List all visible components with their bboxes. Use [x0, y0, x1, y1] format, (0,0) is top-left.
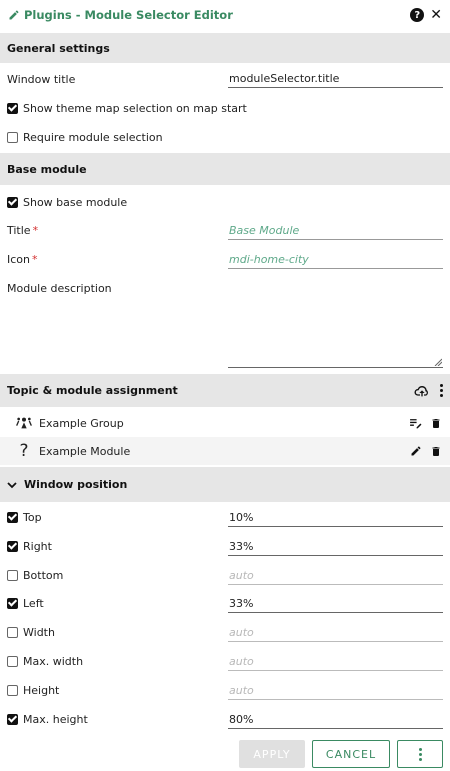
- more-options-icon: [418, 747, 422, 761]
- list-item[interactable]: Example Group: [0, 409, 450, 437]
- section-title: General settings: [7, 41, 110, 55]
- position-label: Bottom: [23, 568, 64, 582]
- position-label: Max. height: [23, 712, 88, 726]
- position-input[interactable]: auto: [228, 626, 443, 642]
- section-topic-module-assignment: Topic & module assignment: [0, 374, 450, 407]
- help-icon[interactable]: ?: [410, 8, 425, 22]
- position-label: Left: [23, 596, 44, 610]
- section-window-position[interactable]: Window position: [0, 467, 450, 502]
- show-theme-map-row[interactable]: Show theme map selection on map start: [0, 97, 450, 119]
- show-base-module-label: Show base module: [23, 195, 128, 209]
- position-input[interactable]: auto: [228, 655, 443, 671]
- upload-cloud-icon[interactable]: [414, 384, 430, 398]
- position-checkbox[interactable]: [7, 655, 18, 667]
- window-title-input[interactable]: moduleSelector.title: [228, 72, 443, 88]
- list-item-label: Example Group: [39, 416, 124, 430]
- window-title: Plugins - Module Selector Editor: [24, 8, 233, 22]
- title-bar: Plugins - Module Selector Editor ? ✕: [0, 0, 450, 30]
- position-input[interactable]: 33%: [228, 540, 443, 556]
- show-base-module-checkbox[interactable]: [7, 196, 18, 208]
- position-checkbox[interactable]: [7, 569, 18, 581]
- title-input[interactable]: Base Module: [228, 224, 443, 240]
- position-checkbox[interactable]: [7, 540, 18, 552]
- description-textarea[interactable]: [228, 282, 443, 368]
- position-checkbox[interactable]: [7, 511, 18, 523]
- list-item-label: Example Module: [39, 444, 131, 458]
- section-title: Window position: [24, 478, 128, 491]
- position-input[interactable]: 33%: [228, 597, 443, 613]
- required-mark: *: [32, 252, 38, 266]
- show-theme-map-label: Show theme map selection on map start: [23, 101, 247, 115]
- require-module-checkbox[interactable]: [7, 131, 18, 143]
- require-module-row[interactable]: Require module selection: [0, 126, 450, 148]
- position-label: Max. width: [23, 654, 84, 668]
- delete-icon[interactable]: [430, 445, 442, 458]
- section-base-module: Base module: [0, 153, 450, 185]
- question-mark-icon: ?: [19, 441, 29, 461]
- position-input[interactable]: auto: [228, 684, 443, 700]
- position-input[interactable]: 80%: [228, 713, 443, 729]
- position-checkbox[interactable]: [7, 684, 18, 696]
- required-mark: *: [32, 223, 39, 237]
- edit-list-icon[interactable]: [409, 417, 422, 429]
- delete-icon[interactable]: [430, 417, 442, 430]
- apply-button[interactable]: APPLY: [239, 740, 305, 768]
- show-base-module-row[interactable]: Show base module: [0, 191, 450, 213]
- require-module-label: Require module selection: [23, 130, 163, 144]
- position-label: Height: [23, 683, 60, 697]
- section-general-settings: General settings: [0, 33, 450, 63]
- position-label: Top: [23, 510, 42, 524]
- icon-input[interactable]: mdi-home-city: [228, 253, 443, 269]
- position-checkbox[interactable]: [7, 626, 18, 638]
- section-title: Topic & module assignment: [7, 384, 178, 397]
- position-input[interactable]: auto: [228, 569, 443, 585]
- position-input[interactable]: 10%: [228, 511, 443, 527]
- list-item[interactable]: ? Example Module: [0, 437, 450, 465]
- title-label: Title: [7, 223, 31, 237]
- icon-label: Icon: [7, 252, 30, 266]
- position-checkbox[interactable]: [7, 713, 18, 725]
- position-label: Width: [23, 625, 55, 639]
- position-label: Right: [23, 539, 52, 553]
- more-options-icon[interactable]: [440, 384, 443, 397]
- close-icon[interactable]: ✕: [430, 8, 442, 22]
- pencil-icon: [9, 10, 19, 20]
- position-checkbox[interactable]: [7, 597, 18, 609]
- description-label: Module description: [7, 281, 112, 295]
- cancel-button[interactable]: CANCEL: [312, 740, 390, 768]
- resize-handle-icon[interactable]: [434, 358, 442, 366]
- more-button[interactable]: [397, 740, 443, 768]
- show-theme-map-checkbox[interactable]: [7, 102, 18, 114]
- section-title: Base module: [7, 162, 87, 176]
- chevron-down-icon[interactable]: [7, 481, 17, 489]
- pencil-icon[interactable]: [410, 445, 422, 457]
- group-icon: [16, 417, 32, 429]
- window-title-label: Window title: [7, 72, 76, 86]
